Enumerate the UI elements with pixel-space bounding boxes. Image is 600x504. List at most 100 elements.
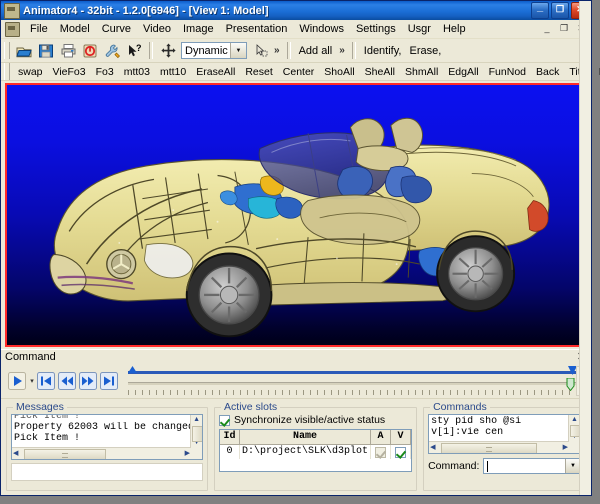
pick-cursor-button[interactable]: [249, 40, 271, 61]
cell-active-checkbox-wrap[interactable]: [371, 445, 392, 459]
timeline-track-top[interactable]: [128, 371, 577, 374]
menu-item-curve[interactable]: Curve: [96, 21, 137, 37]
quick-button-edgall[interactable]: EdgAll: [443, 65, 483, 79]
quick-button-center[interactable]: Center: [278, 65, 320, 79]
messages-scroll-right-icon[interactable]: ▶: [184, 449, 191, 459]
quick-button-eraseall[interactable]: EraseAll: [191, 65, 240, 79]
stop-power-button[interactable]: [79, 40, 101, 61]
timeline-track-bottom[interactable]: [128, 382, 577, 385]
quick-button-viefo3[interactable]: VieFo3: [48, 65, 91, 79]
first-frame-button[interactable]: [36, 372, 55, 391]
help-pointer-button[interactable]: ?: [123, 40, 145, 61]
pick-cursor-icon: [256, 44, 267, 57]
quick-button-explode[interactable]: Explode: [594, 65, 600, 79]
menu-item-user[interactable]: Usgr: [402, 21, 437, 37]
commands-scroll-left-icon[interactable]: ◀: [429, 443, 436, 453]
car-model-render: [49, 117, 550, 338]
add-all-button[interactable]: Add all: [295, 43, 337, 59]
print-button[interactable]: [57, 40, 79, 61]
mdi-minimize-button[interactable]: _: [540, 22, 554, 35]
forward-button[interactable]: [78, 372, 97, 391]
menu-item-video[interactable]: Video: [137, 21, 177, 37]
wrench-button[interactable]: [101, 40, 123, 61]
quick-button-back[interactable]: Back: [531, 65, 564, 79]
erase-button[interactable]: Erase,: [405, 43, 445, 59]
messages-scroll-up-icon[interactable]: ▲: [192, 415, 201, 425]
messages-vscroll-thumb[interactable]: [192, 426, 203, 442]
commands-hscroll-thumb[interactable]: [441, 443, 538, 453]
panel-vertical-scrollbar[interactable]: [579, 1, 591, 495]
messages-title: Messages: [13, 401, 67, 413]
move-button[interactable]: [157, 40, 179, 61]
messages-vscrollbar[interactable]: ▲ ▼: [190, 415, 203, 448]
model-viewport[interactable]: [5, 83, 588, 347]
toolbar-separator-2: [286, 42, 291, 59]
table-row[interactable]: 0 D:\project\SLK\d3plot: [220, 445, 412, 459]
save-disk-button[interactable]: [35, 40, 57, 61]
forward-icon: [78, 372, 97, 390]
print-icon: [61, 43, 75, 57]
messages-lines: Pick Item ! Property 62003 will be chang…: [12, 415, 202, 445]
column-header-id: Id: [220, 430, 241, 444]
quick-button-mtt10[interactable]: mtt10: [155, 65, 191, 79]
app-icon: [4, 2, 20, 19]
play-button[interactable]: [7, 372, 26, 391]
quick-button-fo3[interactable]: Fo3: [91, 65, 119, 79]
commands-scroll-up-icon[interactable]: ▲: [570, 415, 579, 425]
menu-item-help[interactable]: Help: [437, 21, 472, 37]
last-frame-button[interactable]: [99, 372, 118, 391]
command-history-dropdown-icon[interactable]: ▼: [565, 459, 580, 473]
toolbar-separator-3: [351, 42, 356, 59]
commands-listbox[interactable]: sty pid sho @si v[1]:vie cen ▲ ▼ ◀ ▶: [428, 414, 581, 454]
active-slots-table[interactable]: Id Name A V 0 D:\project\SLK\d3plot: [219, 429, 413, 472]
menu-bar: File Model Curve Video Image Presentatio…: [1, 20, 591, 39]
svg-text:?: ?: [136, 43, 142, 53]
mode-select[interactable]: Dynamic ▼: [181, 42, 247, 59]
menu-item-image[interactable]: Image: [177, 21, 220, 37]
menu-item-settings[interactable]: Settings: [350, 21, 402, 37]
quick-button-funnod[interactable]: FunNod: [484, 65, 531, 79]
messages-status-strip: [11, 463, 204, 481]
rewind-button[interactable]: [57, 372, 76, 391]
menu-item-file[interactable]: File: [24, 21, 54, 37]
menu-item-windows[interactable]: Windows: [293, 21, 350, 37]
quick-button-shoall[interactable]: ShoAll: [319, 65, 359, 79]
title-bar: Animator4 - 32bit - 1.2.0[6946] - [View …: [1, 1, 591, 20]
open-folder-button[interactable]: [13, 40, 35, 61]
toolbar-grip[interactable]: [4, 42, 10, 59]
toolbar-overflow-2[interactable]: »: [336, 45, 348, 56]
messages-listbox[interactable]: Pick Item ! Property 62003 will be chang…: [11, 414, 204, 460]
mdi-document-icon[interactable]: [5, 21, 20, 37]
quick-button-shmall[interactable]: ShmAll: [400, 65, 443, 79]
quick-button-reset[interactable]: Reset: [240, 65, 277, 79]
column-header-a: A: [371, 430, 392, 444]
timeline-ticks: [128, 390, 577, 395]
commands-scroll-right-icon[interactable]: ▶: [562, 443, 569, 453]
quick-button-swap[interactable]: swap: [13, 65, 48, 79]
messages-scroll-left-icon[interactable]: ◀: [12, 449, 19, 459]
visible-checkbox[interactable]: [395, 446, 407, 458]
menu-item-presentation[interactable]: Presentation: [220, 21, 294, 37]
identify-button[interactable]: Identify,: [360, 43, 406, 59]
messages-hscrollbar[interactable]: ◀ ▶: [12, 447, 192, 459]
sync-checkbox-row[interactable]: Synchronize visible/active status: [219, 414, 412, 426]
messages-hscroll-thumb[interactable]: [24, 449, 106, 459]
column-header-v: V: [391, 430, 412, 444]
chevron-down-icon[interactable]: ▼: [230, 43, 246, 58]
menu-item-model[interactable]: Model: [54, 21, 96, 37]
command-input[interactable]: ▼: [483, 458, 581, 474]
commands-panel: Commands sty pid sho @si v[1]:vie cen ▲ …: [423, 401, 586, 491]
quick-button-sheall[interactable]: SheAll: [360, 65, 400, 79]
commands-hscrollbar[interactable]: ◀ ▶: [429, 441, 569, 453]
quick-toolbar-grip[interactable]: [4, 63, 10, 80]
cell-visible-checkbox-wrap[interactable]: [391, 445, 412, 459]
maximize-button[interactable]: ❐: [551, 2, 569, 19]
marker-start-icon: [128, 366, 137, 373]
mdi-restore-button[interactable]: ❐: [557, 22, 571, 35]
play-dropdown-button[interactable]: ▾: [28, 377, 36, 385]
toolbar-overflow-1[interactable]: »: [271, 45, 283, 56]
timeline-marker-start[interactable]: [128, 366, 137, 375]
quick-button-mtt03[interactable]: mtt03: [119, 65, 155, 79]
sync-checkbox[interactable]: [219, 414, 231, 426]
minimize-button[interactable]: _: [531, 2, 549, 19]
